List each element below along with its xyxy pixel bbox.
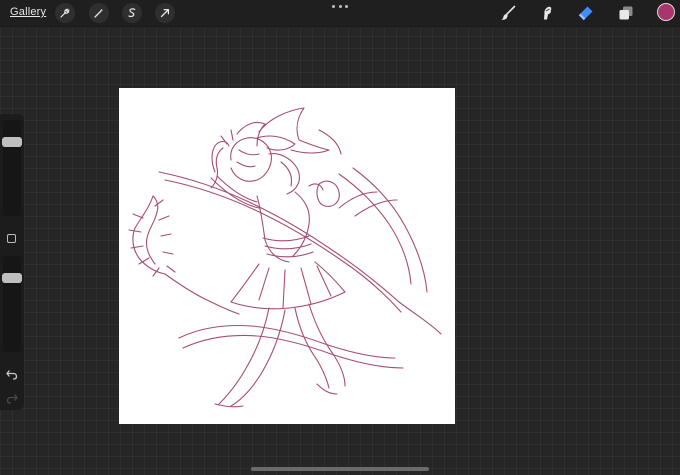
home-indicator: [251, 467, 429, 471]
sketch-drawing: [128, 107, 442, 408]
eraser-tool-button[interactable]: [575, 2, 597, 24]
dot: [332, 5, 335, 8]
selection-button[interactable]: [122, 3, 142, 23]
transform-button[interactable]: [155, 3, 175, 23]
layers-icon: [619, 6, 633, 20]
color-picker-button[interactable]: [657, 3, 675, 21]
left-sidebar: [0, 114, 24, 410]
top-toolbar: Gallery: [0, 0, 680, 27]
magic-wand-icon: [94, 8, 104, 18]
brush-size-slider[interactable]: [2, 120, 22, 216]
actions-button[interactable]: [55, 3, 75, 23]
modify-button[interactable]: [7, 234, 16, 243]
dot: [345, 5, 348, 8]
eraser-icon: [578, 6, 593, 21]
redo-icon[interactable]: [4, 390, 20, 406]
opacity-slider[interactable]: [2, 256, 22, 352]
brush-icon: [501, 5, 516, 20]
more-options-handle[interactable]: [332, 5, 348, 11]
layers-button[interactable]: [615, 2, 637, 24]
dot: [338, 5, 342, 8]
selection-icon: [128, 8, 136, 18]
wrench-icon: [60, 8, 70, 18]
brush-size-slider-thumb[interactable]: [2, 137, 22, 147]
opacity-slider-thumb[interactable]: [2, 273, 22, 283]
gallery-button[interactable]: Gallery: [10, 6, 46, 18]
undo-icon[interactable]: [4, 366, 20, 382]
brush-tool-button[interactable]: [497, 2, 519, 24]
drawing-canvas[interactable]: [119, 88, 455, 424]
adjustments-button[interactable]: [89, 3, 109, 23]
smudge-tool-button[interactable]: [536, 2, 558, 24]
smudge-icon: [544, 6, 552, 20]
transform-arrow-icon: [160, 8, 170, 18]
